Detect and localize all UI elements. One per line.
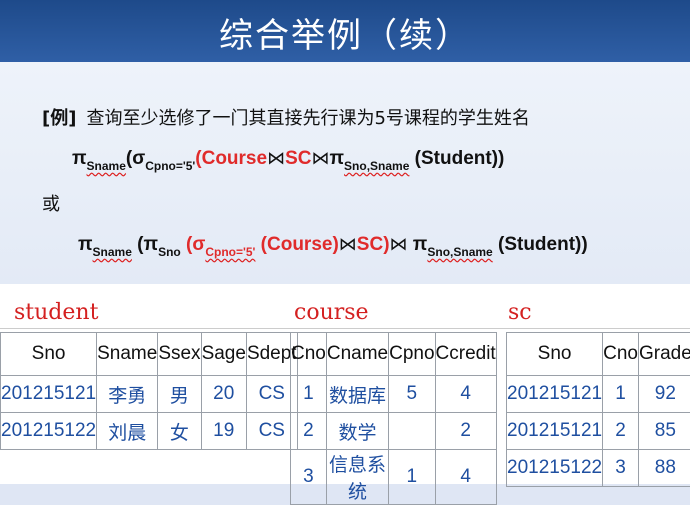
table-cell: 201215121 xyxy=(1,376,97,413)
pi-symbol: π xyxy=(72,148,87,169)
table-cell xyxy=(389,413,435,450)
sigma-open: (σ xyxy=(181,234,206,255)
table-cell: 19 xyxy=(201,413,246,450)
column-header: Cno xyxy=(603,333,639,376)
pi-symbol: π xyxy=(408,234,428,255)
table-row: 2 数学 2 xyxy=(291,413,497,450)
table-cell: 201215122 xyxy=(507,450,603,487)
example-tag: [例] xyxy=(42,108,76,129)
table-cell: 201215122 xyxy=(1,413,97,450)
table-row: 1 数据库 5 4 xyxy=(291,376,497,413)
table-cell: 李勇 xyxy=(97,376,158,413)
table-cell: 2 xyxy=(291,413,327,450)
table-header-row: Cno Cname Cpno Ccredit xyxy=(291,333,497,376)
course-relation: (Course) xyxy=(255,234,338,255)
table-row: 3 信息系统 1 4 xyxy=(291,450,497,505)
table-cell: 数据库 xyxy=(326,376,388,413)
table-cell: 92 xyxy=(638,376,690,413)
pi-subscript: Sname xyxy=(93,245,132,259)
column-header: Sno xyxy=(1,333,97,376)
column-header: Cname xyxy=(326,333,388,376)
or-text: 或 xyxy=(42,190,60,216)
sigma-condition: Cpno='5' xyxy=(205,245,255,259)
sigma-condition: Cpno='5' xyxy=(145,159,195,173)
column-header: Cpno xyxy=(389,333,435,376)
expression-2: πSname (πSno (σCpno='5' (Course)⋈SC)⋈ πS… xyxy=(78,234,588,256)
table-cell: 刘晨 xyxy=(97,413,158,450)
column-header: Sage xyxy=(201,333,246,376)
table-cell: 85 xyxy=(638,413,690,450)
student-relation: (Student)) xyxy=(493,234,588,255)
student-caption: student xyxy=(14,300,98,325)
column-header: Sno xyxy=(507,333,603,376)
table-cell: 201215121 xyxy=(507,413,603,450)
pi-subscript: Sname xyxy=(87,159,126,173)
table-cell: 20 xyxy=(201,376,246,413)
sc-table: Sno Cno Grade 201215121 1 92 201215121 2… xyxy=(506,332,690,487)
join-icon: ⋈ xyxy=(311,148,329,168)
table-row: 201215121 2 85 xyxy=(507,413,690,450)
table-cell: 2 xyxy=(435,413,496,450)
join-icon: ⋈ xyxy=(339,234,357,254)
sc-caption: sc xyxy=(508,300,532,325)
student-relation: (Student)) xyxy=(409,148,504,169)
table-cell: 4 xyxy=(435,376,496,413)
student-table: Sno Sname Ssex Sage Sdept 201215121 李勇 男… xyxy=(0,332,298,450)
table-cell: 5 xyxy=(389,376,435,413)
table-cell: 1 xyxy=(389,450,435,505)
question: [例] 查询至少选修了一门其直接先行课为5号课程的学生姓名 xyxy=(42,104,530,130)
sigma-open: (σ xyxy=(126,148,145,169)
table-cell: 2 xyxy=(603,413,639,450)
pi-subscript: Sno,Sname xyxy=(344,159,409,173)
tables-area: student Sno Sname Ssex Sage Sdept 201215… xyxy=(0,284,690,484)
pi-symbol: π xyxy=(78,234,93,255)
table-cell: 信息系统 xyxy=(326,450,388,505)
course-caption: course xyxy=(294,300,369,325)
table-row: 201215121 李勇 男 20 CS xyxy=(1,376,298,413)
table-row: 201215122 3 88 xyxy=(507,450,690,487)
table-header-row: Sno Sname Ssex Sage Sdept xyxy=(1,333,298,376)
pi-symbol: π xyxy=(329,148,344,169)
column-header: Ssex xyxy=(158,333,201,376)
column-header: Ccredit xyxy=(435,333,496,376)
table-cell: 3 xyxy=(291,450,327,505)
pi-open: (π xyxy=(132,234,158,255)
column-header: Sname xyxy=(97,333,158,376)
table-cell: 3 xyxy=(603,450,639,487)
course-table: Cno Cname Cpno Ccredit 1 数据库 5 4 2 数学 2 … xyxy=(290,332,497,505)
slide-title: 综合举例（续） xyxy=(0,8,690,57)
column-header: Grade xyxy=(638,333,690,376)
join-icon: ⋈ xyxy=(390,234,408,254)
table-cell: 201215121 xyxy=(507,376,603,413)
table-cell: 1 xyxy=(291,376,327,413)
table-row: 201215122 刘晨 女 19 CS xyxy=(1,413,298,450)
join-icon: ⋈ xyxy=(267,148,285,168)
expression-1: πSname(σCpno='5'(Course⋈SC⋈πSno,Sname (S… xyxy=(72,148,504,170)
table-cell: 女 xyxy=(158,413,201,450)
pi-subscript: Sno,Sname xyxy=(427,245,492,259)
table-cell: 88 xyxy=(638,450,690,487)
sc-relation: SC xyxy=(285,148,311,169)
table-header-row: Sno Cno Grade xyxy=(507,333,690,376)
title-bar: 综合举例（续） xyxy=(0,0,690,62)
pi-subscript: Sno xyxy=(158,245,181,259)
table-cell: 4 xyxy=(435,450,496,505)
sc-relation: SC) xyxy=(357,234,390,255)
table-cell: 男 xyxy=(158,376,201,413)
table-cell: 1 xyxy=(603,376,639,413)
table-row: 201215121 1 92 xyxy=(507,376,690,413)
question-text: 查询至少选修了一门其直接先行课为5号课程的学生姓名 xyxy=(86,108,529,129)
table-cell: 数学 xyxy=(326,413,388,450)
column-header: Cno xyxy=(291,333,327,376)
course-relation: (Course xyxy=(195,148,267,169)
